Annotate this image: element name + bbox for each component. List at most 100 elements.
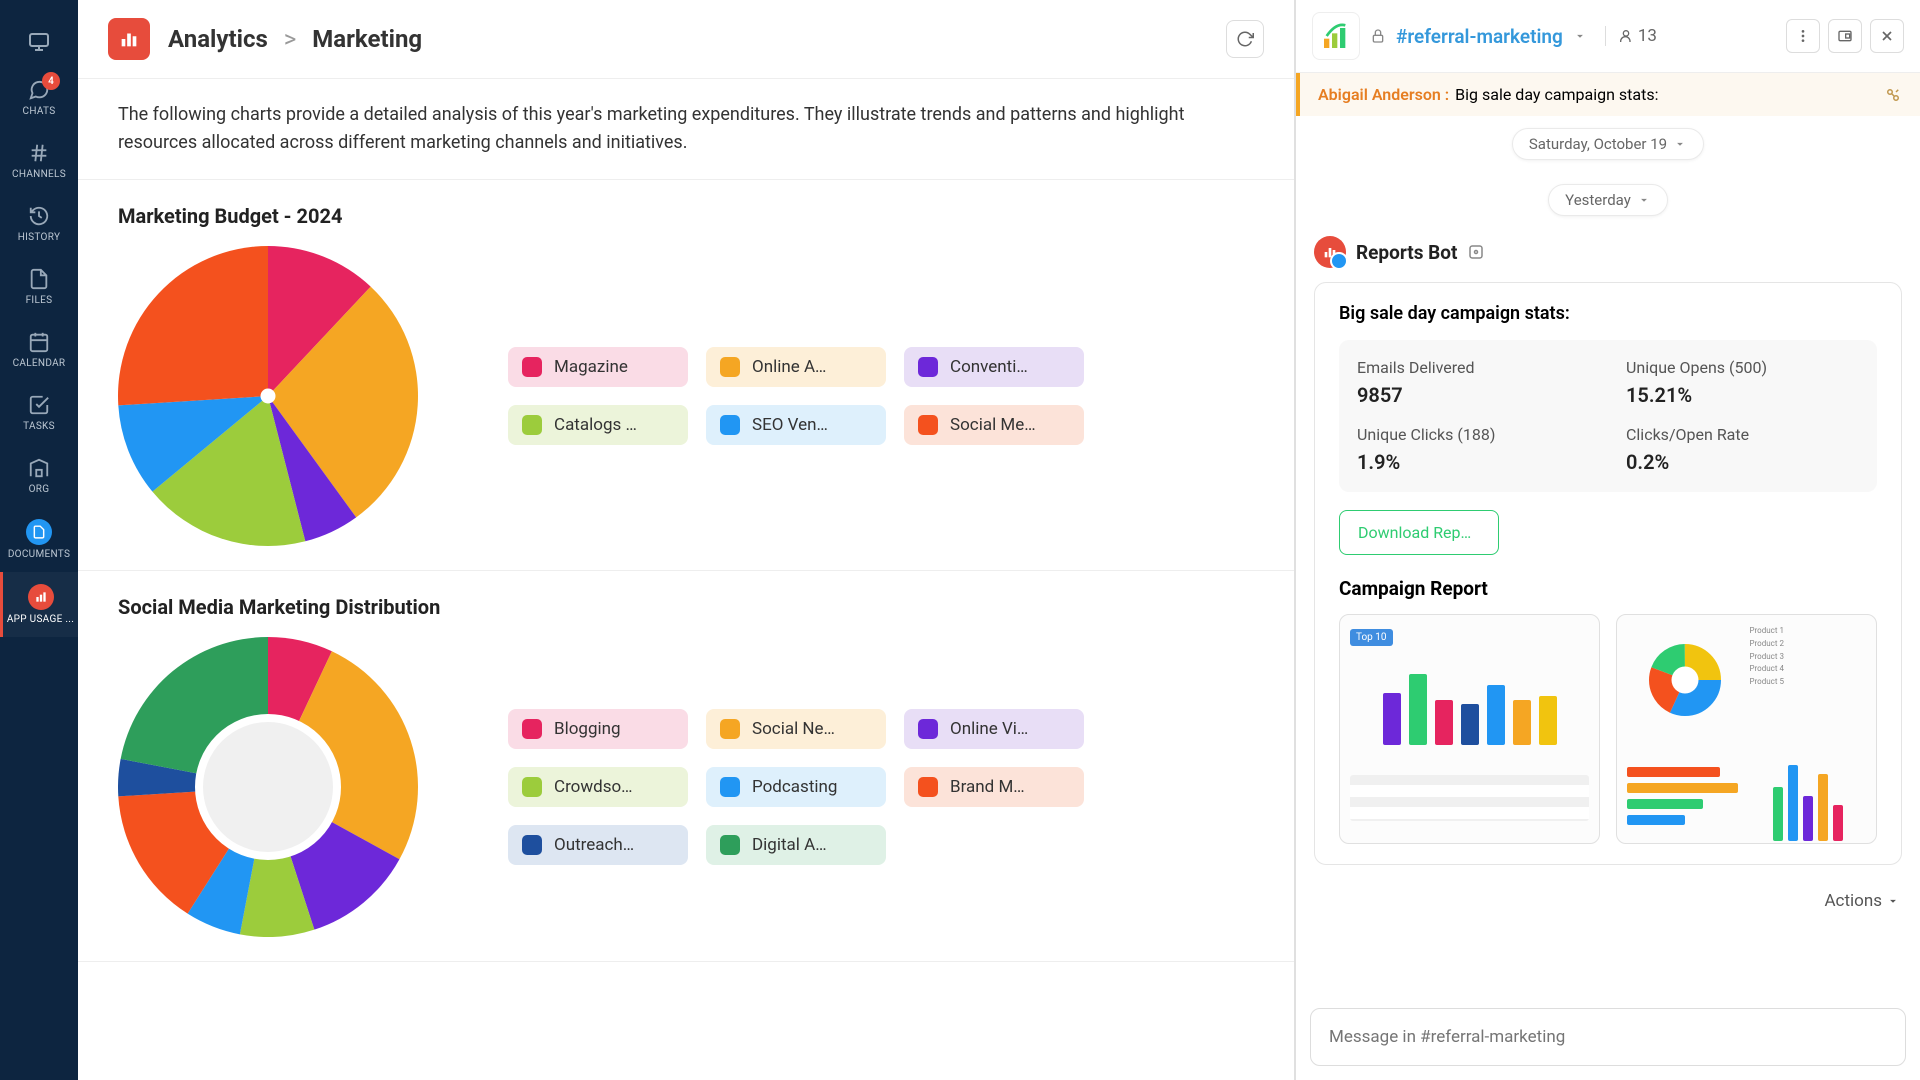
sidebar-item-label: CHANNELS: [12, 169, 66, 180]
bot-message: Reports Bot Big sale day campaign stats:…: [1296, 228, 1920, 887]
legend-item[interactable]: Podcasting: [706, 767, 886, 807]
sidebar-item-app-usage[interactable]: APP USAGE ...: [0, 572, 78, 637]
legend-label: Online Vi…: [950, 719, 1028, 739]
legend-swatch: [720, 777, 740, 797]
legend-label: Digital A…: [752, 835, 827, 855]
legend-item[interactable]: Online Vi…: [904, 709, 1084, 749]
sidebar-item-documents[interactable]: DOCUMENTS: [0, 507, 78, 572]
crumb-leaf: Marketing: [312, 25, 422, 53]
popout-button[interactable]: [1828, 19, 1862, 53]
app-sidebar: 4 CHATS CHANNELS HISTORY FILES CALENDAR …: [0, 0, 78, 1080]
sidebar-item-history[interactable]: HISTORY: [0, 192, 78, 255]
sidebar-item-chats[interactable]: 4 CHATS: [0, 66, 78, 129]
legend-label: Conventi…: [950, 357, 1028, 377]
tasks-icon: [27, 393, 51, 417]
sidebar-item-label: DOCUMENTS: [8, 549, 70, 560]
legend-item[interactable]: SEO Ven…: [706, 405, 886, 445]
stat-label: Clicks/Open Rate: [1626, 425, 1859, 444]
sidebar-item-tasks[interactable]: TASKS: [0, 381, 78, 444]
legend-item[interactable]: Catalogs …: [508, 405, 688, 445]
legend-label: Blogging: [554, 719, 621, 739]
message-composer[interactable]: [1310, 1008, 1906, 1066]
stat-label: Emails Delivered: [1357, 358, 1590, 377]
report-heading: Campaign Report: [1339, 577, 1877, 600]
stats-card: Big sale day campaign stats: Emails Deli…: [1314, 282, 1902, 865]
report-thumbnail-2[interactable]: Product 1Product 2Product 3Product 4Prod…: [1616, 614, 1877, 844]
legend-swatch: [720, 415, 740, 435]
monitor-icon: [27, 30, 51, 54]
pie-chart[interactable]: [118, 246, 418, 546]
legend-item[interactable]: Brand M…: [904, 767, 1084, 807]
intro-text: The following charts provide a detailed …: [78, 79, 1294, 180]
sidebar-item-monitor[interactable]: [0, 18, 78, 66]
legend-item[interactable]: Social Me…: [904, 405, 1084, 445]
crumb-root[interactable]: Analytics: [168, 25, 268, 53]
legend-item[interactable]: Social Ne…: [706, 709, 886, 749]
legend-item[interactable]: Online A…: [706, 347, 886, 387]
hash-icon: [27, 141, 51, 165]
sidebar-item-files[interactable]: FILES: [0, 255, 78, 318]
legend-item[interactable]: Blogging: [508, 709, 688, 749]
stat-value: 15.21%: [1626, 383, 1859, 407]
date-separator[interactable]: Yesterday: [1548, 184, 1668, 216]
bot-badge-icon: [1467, 243, 1485, 261]
crumb-separator: >: [284, 25, 297, 53]
sidebar-item-calendar[interactable]: CALENDAR: [0, 318, 78, 381]
legend-item[interactable]: Conventi…: [904, 347, 1084, 387]
bot-name: Reports Bot: [1356, 241, 1457, 264]
stat-value: 9857: [1357, 383, 1590, 407]
sidebar-item-org[interactable]: ORG: [0, 444, 78, 507]
app-usage-icon: [28, 584, 54, 610]
legend-swatch: [918, 357, 938, 377]
date-separator[interactable]: Saturday, October 19: [1512, 128, 1704, 160]
legend-swatch: [522, 415, 542, 435]
chart-legend: Blogging Social Ne… Online Vi… Crowdso… Podc…: [508, 709, 1084, 865]
stat-item: Unique Opens (500) 15.21%: [1626, 358, 1859, 407]
legend-item[interactable]: Digital A…: [706, 825, 886, 865]
legend-swatch: [522, 835, 542, 855]
chart-section: Social Media Marketing DistributionBlogg…: [78, 571, 1294, 962]
sidebar-item-channels[interactable]: CHANNELS: [0, 129, 78, 192]
download-report-button[interactable]: Download Repo…: [1339, 510, 1499, 555]
app-logo: [108, 18, 150, 60]
chart-legend: Magazine Online A… Conventi… Catalogs … SEO …: [508, 347, 1084, 445]
member-count[interactable]: 13: [1605, 26, 1657, 46]
channel-name[interactable]: #referral-marketing: [1396, 25, 1563, 48]
legend-label: Catalogs …: [554, 415, 637, 435]
close-button[interactable]: [1870, 19, 1904, 53]
history-icon: [27, 204, 51, 228]
more-button[interactable]: [1786, 19, 1820, 53]
legend-label: Online A…: [752, 357, 826, 377]
analytics-panel: Analytics > Marketing The following char…: [78, 0, 1295, 1080]
stat-item: Clicks/Open Rate 0.2%: [1626, 425, 1859, 474]
legend-item[interactable]: Crowdso…: [508, 767, 688, 807]
files-icon: [27, 267, 51, 291]
stat-label: Unique Opens (500): [1626, 358, 1859, 377]
pin-icon[interactable]: [1884, 86, 1902, 104]
refresh-button[interactable]: [1226, 20, 1264, 58]
calendar-icon: [27, 330, 51, 354]
chart-section: Marketing Budget - 2024MagazineOnline A……: [78, 180, 1294, 571]
actions-dropdown[interactable]: Actions: [1824, 891, 1900, 911]
legend-label: Brand M…: [950, 777, 1025, 797]
legend-swatch: [918, 719, 938, 739]
legend-label: Crowdso…: [554, 777, 633, 797]
sidebar-item-label: HISTORY: [18, 232, 61, 243]
message-input[interactable]: [1329, 1027, 1887, 1047]
stat-value: 0.2%: [1626, 450, 1859, 474]
sidebar-item-label: TASKS: [23, 421, 55, 432]
legend-label: Magazine: [554, 357, 628, 377]
legend-label: SEO Ven…: [752, 415, 828, 435]
org-icon: [27, 456, 51, 480]
pinned-message[interactable]: Abigail Anderson : Big sale day campaign…: [1296, 73, 1920, 116]
channel-dropdown-icon[interactable]: [1573, 29, 1587, 43]
legend-item[interactable]: Magazine: [508, 347, 688, 387]
stat-item: Unique Clicks (188)1.9%: [1357, 425, 1590, 474]
page-header: Analytics > Marketing: [78, 0, 1294, 79]
report-thumbnail-1[interactable]: Top 10: [1339, 614, 1600, 844]
bot-avatar: [1314, 236, 1346, 268]
legend-item[interactable]: Outreach…: [508, 825, 688, 865]
donut-chart[interactable]: [118, 637, 418, 937]
sidebar-item-label: CALENDAR: [13, 358, 66, 369]
legend-swatch: [720, 719, 740, 739]
